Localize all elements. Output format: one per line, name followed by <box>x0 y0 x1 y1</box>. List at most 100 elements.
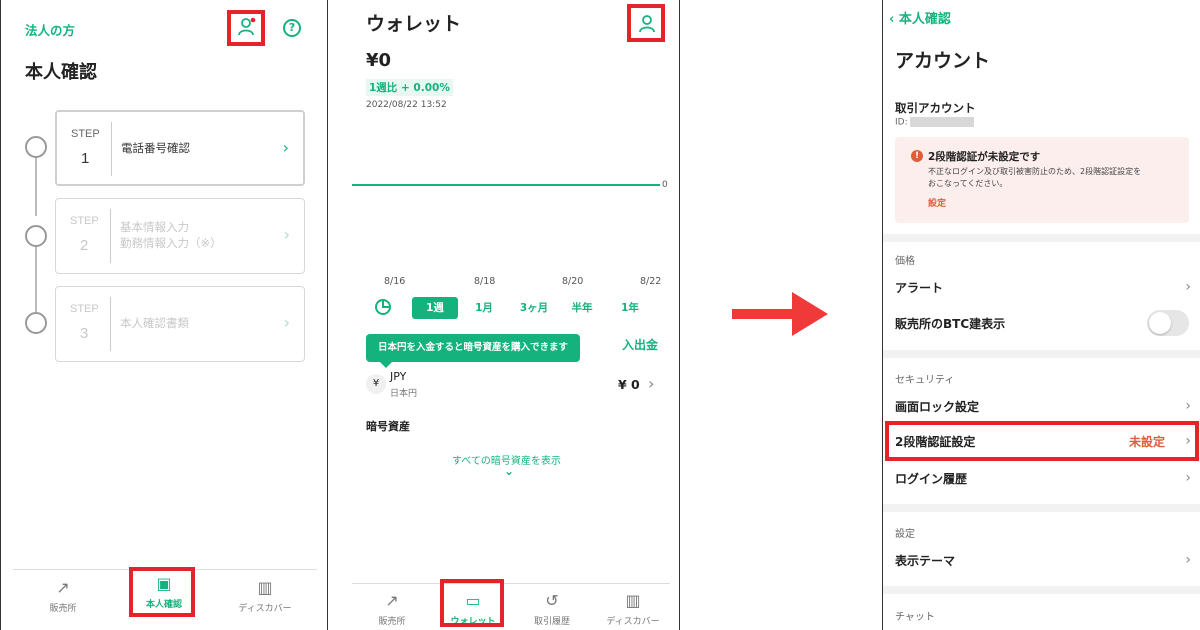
period-1w[interactable]: 1週 <box>412 297 458 319</box>
x-tick: 8/18 <box>474 276 496 287</box>
section-chat: チャット <box>895 612 935 623</box>
section-price: 価格 <box>895 256 915 267</box>
id-label: ID: <box>895 117 908 128</box>
step-divider <box>110 297 111 351</box>
row-label: 表示テーマ <box>895 554 956 568</box>
jpy-amount: ¥ 0 <box>618 377 640 392</box>
alert-body-1: 不正なログイン及び取引被害防止のため、2段階認証設定を <box>928 167 1142 176</box>
account-id: ID: <box>895 117 974 128</box>
chevron-down-icon[interactable]: ⌄ <box>504 464 514 478</box>
nav-discover[interactable]: ▥ ディスカバー <box>598 591 668 627</box>
x-tick: 8/16 <box>384 276 406 287</box>
highlight-nav-identity <box>129 567 195 617</box>
step-number: 3 <box>80 325 89 342</box>
jpy-name: 日本円 <box>390 389 418 399</box>
btc-display-toggle[interactable] <box>1147 310 1189 336</box>
alert-settings-link[interactable]: 設定 <box>928 196 946 209</box>
trend-icon: ↗ <box>56 578 70 597</box>
period-1m[interactable]: 1月 <box>464 297 504 319</box>
step-3-card: STEP 3 本人確認書類 › <box>55 286 305 362</box>
chevron-right-icon: › <box>283 225 290 244</box>
step-2-card: STEP 2 基本情報入力勤務情報入力（※） › <box>55 198 305 274</box>
highlight-account-icon <box>627 4 665 42</box>
highlight-account-icon <box>227 10 265 46</box>
step-number: 2 <box>80 237 89 254</box>
balance: ¥0 <box>366 50 392 71</box>
trend-icon: ↗ <box>385 591 399 610</box>
alert-row[interactable]: アラート › <box>895 279 1191 296</box>
jpy-code: JPY <box>390 370 407 383</box>
step-text-line2: 勤務情報入力（※） <box>120 236 222 250</box>
section-divider <box>883 586 1200 594</box>
chevron-left-icon: ‹ <box>889 12 899 27</box>
section-security: セキュリティ <box>895 375 955 386</box>
row-label: 画面ロック設定 <box>895 400 980 414</box>
nav-history[interactable]: ↺ 取引履歴 <box>522 591 582 627</box>
yen-icon: ¥ <box>366 374 386 394</box>
timestamp: 2022/08/22 13:52 <box>366 100 447 110</box>
toggle-knob <box>1149 312 1171 334</box>
row-label: 販売所のBTC建表示 <box>895 317 1006 331</box>
highlight-twofa-row <box>885 421 1199 461</box>
chart-zero-label: 0 <box>662 180 668 190</box>
section-divider <box>883 350 1200 358</box>
theme-row[interactable]: 表示テーマ › <box>895 552 1191 569</box>
back-button[interactable]: ‹ 本人確認 <box>889 8 951 27</box>
step-label: STEP <box>70 303 99 315</box>
step-text-line1: 基本情報入力 <box>120 220 189 234</box>
period-3m[interactable]: 3ヶ月 <box>512 297 556 319</box>
period-1y[interactable]: 1年 <box>612 297 648 319</box>
page-title: 本人確認 <box>25 62 97 83</box>
step-1-card[interactable]: STEP 1 電話番号確認 › <box>55 110 305 186</box>
identity-screen: 法人の方 ? 本人確認 STEP 1 電話番号確認 › STEP 2 基本情報入… <box>0 0 328 630</box>
right-arrow-icon <box>732 292 832 336</box>
section-divider <box>883 234 1200 242</box>
step-divider <box>110 209 111 263</box>
help-icon[interactable]: ? <box>283 19 301 37</box>
row-label: ログイン履歴 <box>895 472 968 486</box>
weekly-change: 1週比 + 0.00% <box>366 79 453 96</box>
wallet-screen: ウォレット ¥0 1週比 + 0.00% 2022/08/22 13:52 0 … <box>328 0 680 630</box>
step-label: STEP <box>70 215 99 227</box>
history-icon: ↺ <box>545 591 559 610</box>
highlight-nav-wallet <box>440 579 504 627</box>
twofa-alert: ! 2段階認証が未設定です 不正なログイン及び取引被害防止のため、2段階認証設定… <box>895 137 1189 223</box>
tooltip-arrow <box>380 362 392 368</box>
warning-icon: ! <box>911 150 923 162</box>
step-3-indicator <box>25 312 47 334</box>
login-history-row[interactable]: ログイン履歴 › <box>895 470 1191 487</box>
nav-discover[interactable]: ▥ ディスカバー <box>233 578 297 614</box>
back-label: 本人確認 <box>898 12 951 27</box>
alert-body-2: おこなってください。 <box>928 179 1008 188</box>
nav-label: ディスカバー <box>606 617 660 627</box>
period-6m[interactable]: 半年 <box>562 297 602 319</box>
nav-sales[interactable]: ↗ 販売所 <box>362 591 422 627</box>
step-connector <box>35 158 37 216</box>
map-icon: ▥ <box>625 591 641 610</box>
chevron-right-icon: › <box>282 138 289 157</box>
nav-label: 販売所 <box>378 617 406 627</box>
deposit-withdraw-link[interactable]: 入出金 <box>622 336 658 353</box>
pie-chart-icon[interactable] <box>374 298 392 316</box>
x-tick: 8/20 <box>562 276 584 287</box>
nav-sales[interactable]: ↗ 販売所 <box>33 578 93 614</box>
row-label: アラート <box>895 281 944 295</box>
step-text: 本人確認書類 <box>120 316 189 330</box>
balance-chart-line <box>352 184 660 186</box>
chevron-right-icon: › <box>1185 398 1191 414</box>
section-settings: 設定 <box>895 529 915 540</box>
chevron-right-icon[interactable]: › <box>648 374 654 393</box>
step-number: 1 <box>81 150 90 167</box>
id-redacted <box>909 117 974 127</box>
section-divider <box>883 504 1200 512</box>
step-2-indicator <box>25 225 47 247</box>
bottom-nav-divider <box>352 583 670 584</box>
step-divider <box>111 122 112 176</box>
crypto-heading: 暗号資産 <box>366 420 410 433</box>
step-1-indicator <box>25 136 47 158</box>
screen-lock-row[interactable]: 画面ロック設定 › <box>895 398 1191 415</box>
x-tick: 8/22 <box>640 276 662 287</box>
corporate-link[interactable]: 法人の方 <box>25 20 75 39</box>
step-text: 電話番号確認 <box>121 141 190 155</box>
step-label: STEP <box>71 128 100 140</box>
